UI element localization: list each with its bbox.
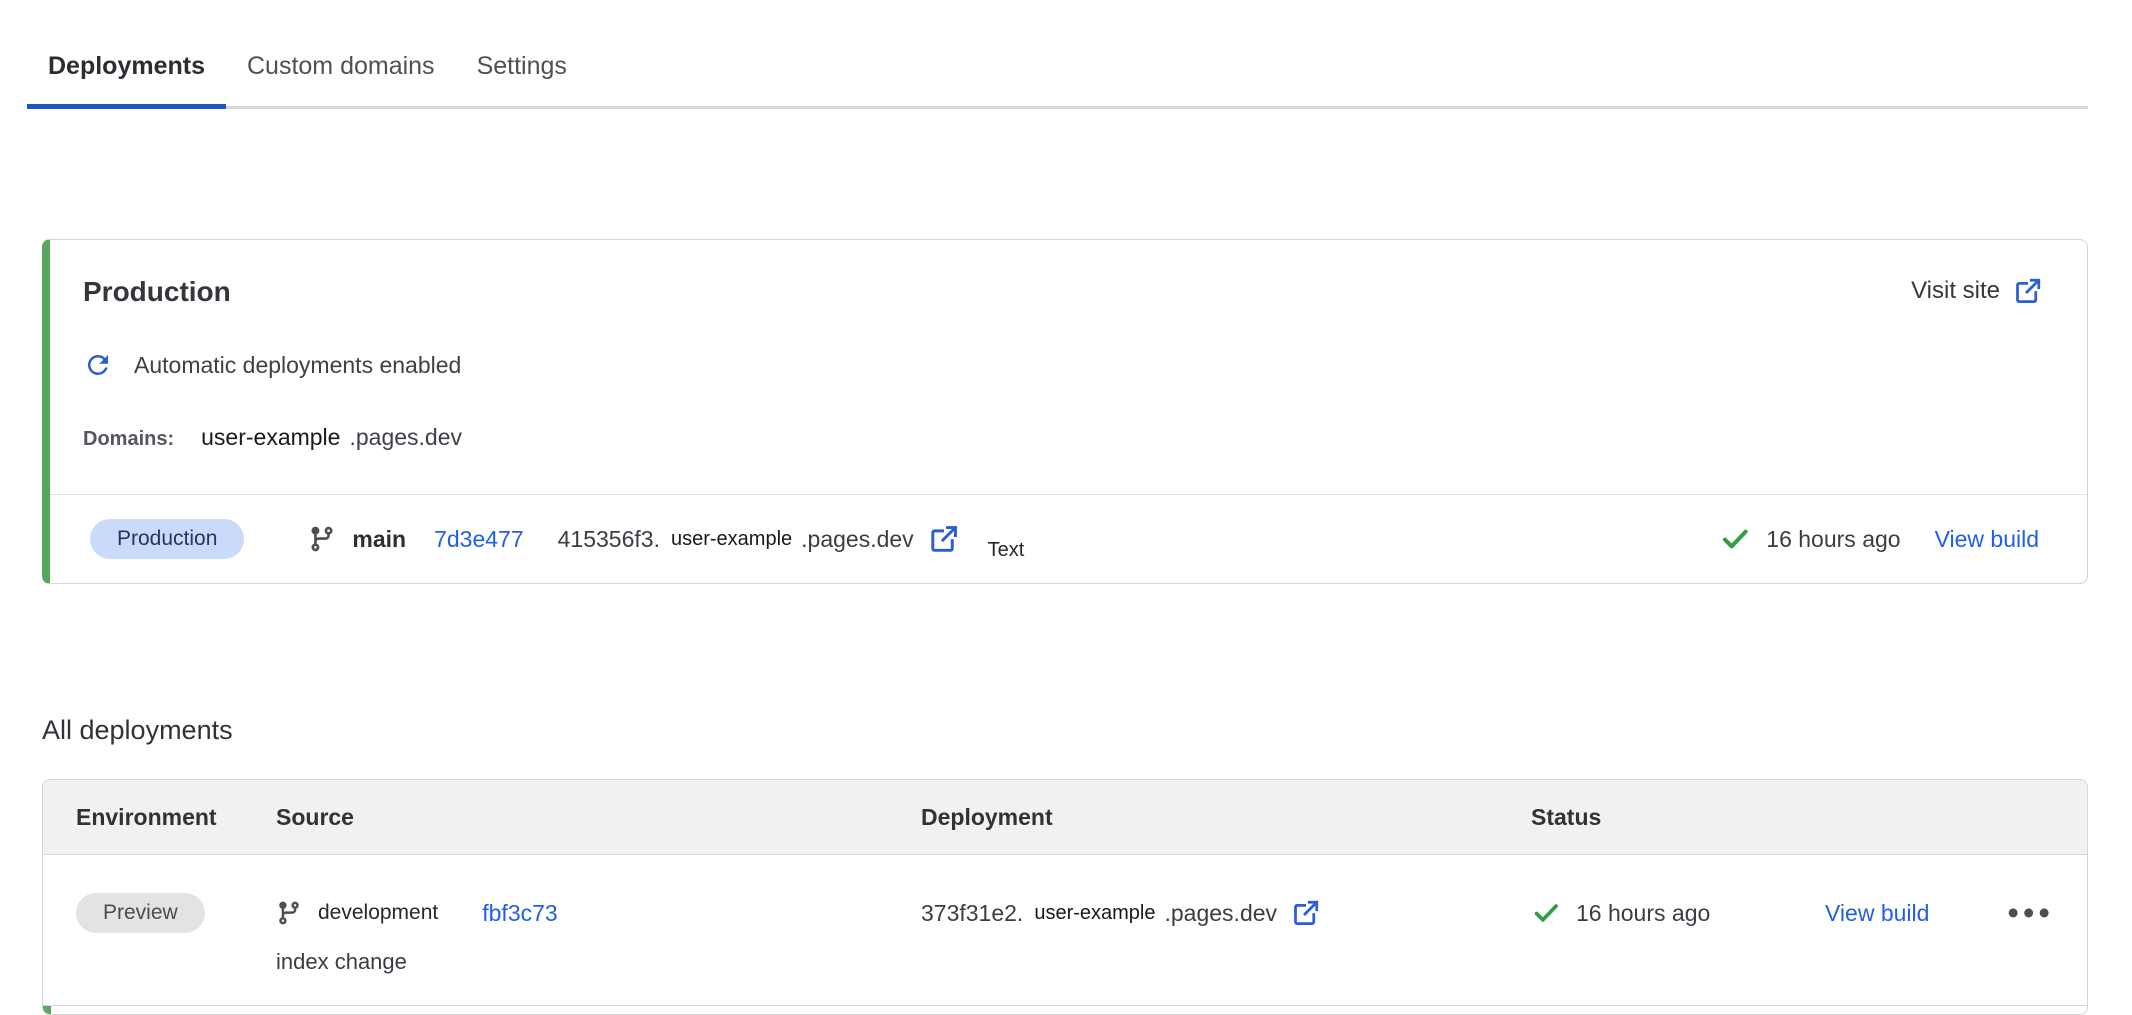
- branch-name: development: [318, 901, 438, 925]
- domains-row: Domains: user-example .pages.dev: [83, 424, 2043, 454]
- refresh-icon: [83, 350, 113, 380]
- open-deployment-link[interactable]: [928, 523, 960, 555]
- automatic-deployments-status: Automatic deployments enabled: [83, 350, 2043, 380]
- table-header-row: Environment Source Deployment Status: [43, 780, 2087, 855]
- tab-deployments[interactable]: Deployments: [27, 26, 226, 109]
- domain-suffix: .pages.dev: [349, 424, 462, 451]
- deployment-url: 373f31e2. user-example .pages.dev: [921, 891, 1531, 935]
- column-header-status: Status: [1531, 804, 2087, 831]
- deployment-url-prefix: 415356f3.: [558, 526, 660, 553]
- tab-custom-domains[interactable]: Custom domains: [226, 26, 456, 109]
- git-branch-icon: [308, 525, 336, 553]
- tab-settings[interactable]: Settings: [456, 26, 588, 109]
- note-label: Text: [988, 539, 1025, 562]
- automatic-deployments-text: Automatic deployments enabled: [134, 352, 461, 379]
- domains-label: Domains:: [83, 428, 174, 451]
- deployment-url-name: user-example: [671, 528, 792, 551]
- git-branch-icon: [276, 900, 302, 926]
- success-check-icon: [1719, 523, 1751, 555]
- deployment-url: 415356f3. user-example .pages.dev: [558, 523, 960, 555]
- domain-name: user-example: [201, 424, 340, 451]
- deployment-url-suffix: .pages.dev: [801, 526, 914, 553]
- visit-site-link[interactable]: Visit site: [1911, 276, 2043, 306]
- tab-bar: Deployments Custom domains Settings: [27, 0, 2088, 109]
- next-row-partial: [43, 1006, 2087, 1014]
- commit-message: index change: [276, 949, 921, 975]
- branch-name: main: [352, 526, 406, 553]
- open-deployment-link[interactable]: [1291, 898, 1321, 928]
- column-header-deployment: Deployment: [921, 804, 1531, 831]
- table-row: Preview development fbf3c73 index change…: [43, 855, 2087, 1006]
- view-build-link[interactable]: View build: [1825, 900, 1929, 927]
- environment-badge: Preview: [76, 893, 205, 933]
- success-check-icon: [1531, 898, 1561, 928]
- environment-badge: Production: [90, 519, 244, 559]
- deployment-time: 16 hours ago: [1766, 526, 1900, 553]
- commit-hash-link[interactable]: 7d3e477: [434, 526, 524, 553]
- column-header-environment: Environment: [76, 804, 276, 831]
- view-build-link[interactable]: View build: [1935, 526, 2039, 553]
- production-deployment-row: Production main 7d3e477 415356f3. user-e…: [50, 494, 2087, 583]
- deployment-url-name: user-example: [1034, 902, 1155, 925]
- production-card-title: Production: [83, 276, 231, 308]
- production-card: Production Visit site Automatic deploym: [42, 239, 2088, 584]
- external-link-icon: [2013, 276, 2043, 306]
- deployment-url-suffix: .pages.dev: [1165, 900, 1278, 927]
- deployment-url-prefix: 373f31e2.: [921, 900, 1023, 927]
- commit-hash-link[interactable]: fbf3c73: [482, 900, 557, 927]
- column-header-source: Source: [276, 804, 921, 831]
- deployments-table: Environment Source Deployment Status Pre…: [42, 779, 2088, 1015]
- more-options-icon[interactable]: •••: [2007, 903, 2087, 923]
- all-deployments-heading: All deployments: [42, 714, 2132, 747]
- visit-site-label: Visit site: [1911, 277, 2000, 305]
- deployment-time: 16 hours ago: [1576, 900, 1710, 927]
